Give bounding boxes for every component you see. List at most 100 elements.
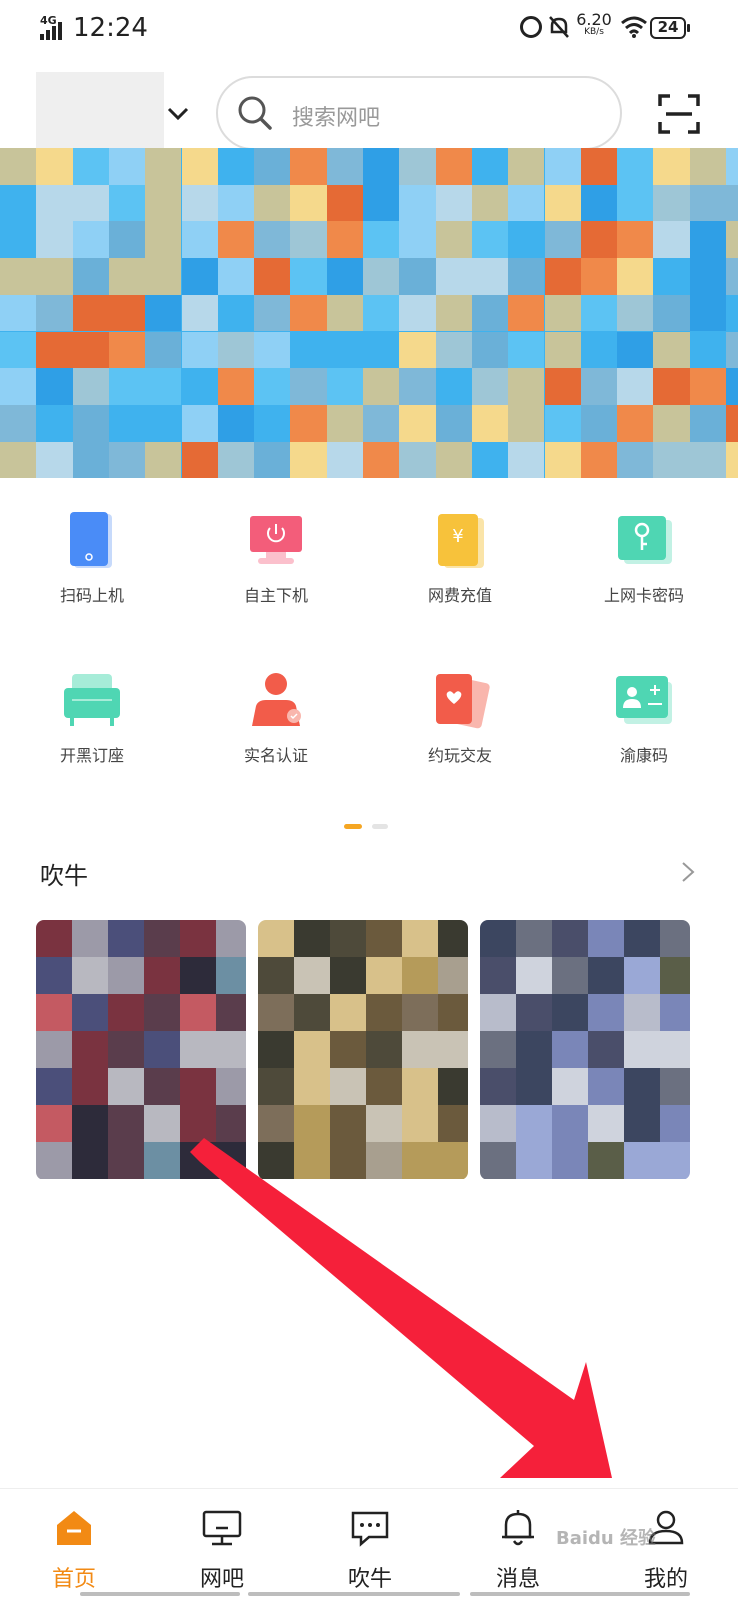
mosaic-pixel <box>435 441 472 478</box>
post-card[interactable] <box>36 920 246 1180</box>
mosaic-pixel <box>580 331 618 369</box>
chevron-down-icon[interactable] <box>166 104 190 124</box>
mosaic-pixel <box>36 1142 72 1179</box>
mosaic-pixel <box>435 368 472 405</box>
mosaic-pixel <box>294 1142 330 1179</box>
quick-action-scan-login[interactable]: 扫码上机 <box>0 500 184 630</box>
mosaic-pixel <box>544 294 581 332</box>
mosaic-pixel <box>258 957 294 994</box>
mosaic-pixel <box>402 994 438 1031</box>
mosaic-pixel <box>180 1142 216 1179</box>
mosaic-pixel <box>516 957 552 994</box>
mosaic-pixel <box>580 148 618 185</box>
quick-action-self-logout[interactable]: 自主下机 <box>184 500 368 630</box>
mosaic-pixel <box>617 404 654 442</box>
mosaic-pixel <box>516 1031 552 1068</box>
mosaic-pixel <box>330 1142 366 1179</box>
mosaic-pixel <box>72 1031 108 1068</box>
mosaic-pixel <box>438 1105 468 1142</box>
promo-banner[interactable] <box>0 148 738 478</box>
mosaic-pixel <box>471 404 509 442</box>
mosaic-pixel <box>181 148 218 185</box>
pager-dot <box>372 824 388 829</box>
quick-action-card-password[interactable]: 上网卡密码 <box>552 500 736 630</box>
mosaic-pixel <box>254 148 291 185</box>
mosaic-pixel <box>508 184 545 222</box>
mosaic-pixel <box>653 148 690 185</box>
mosaic-pixel <box>660 920 690 957</box>
mosaic-pixel <box>588 957 624 994</box>
search-icon <box>238 96 272 130</box>
mosaic-pixel <box>480 920 516 957</box>
mosaic-pixel <box>0 184 37 222</box>
mosaic-pixel <box>108 1142 144 1179</box>
mosaic-pixel <box>36 1105 72 1142</box>
mosaic-pixel <box>617 368 654 405</box>
mosaic-pixel <box>108 1105 144 1142</box>
mosaic-pixel <box>108 404 146 442</box>
mosaic-pixel <box>145 404 182 442</box>
nav-label: 首页 <box>51 1567 96 1592</box>
chevron-right-icon[interactable] <box>680 860 696 884</box>
nav-internet-cafe[interactable]: 网吧 <box>148 1489 296 1600</box>
scan-icon[interactable] <box>658 94 700 134</box>
mosaic-pixel <box>254 221 291 259</box>
mosaic-pixel <box>508 148 545 185</box>
mosaic-pixel <box>580 294 618 332</box>
quick-action-health-code[interactable]: 渝康码 <box>552 660 736 790</box>
quick-action-recharge[interactable]: ¥ 网费充值 <box>368 500 552 630</box>
alarm-icon <box>520 16 542 38</box>
mosaic-pixel <box>144 1105 180 1142</box>
mosaic-pixel <box>580 441 618 478</box>
mosaic-pixel <box>624 1142 660 1179</box>
mosaic-pixel <box>689 368 726 405</box>
mosaic-pixel <box>689 404 726 442</box>
mosaic-pixel <box>552 957 588 994</box>
mosaic-pixel <box>181 441 218 478</box>
mosaic-pixel <box>552 1068 588 1105</box>
mosaic-pixel <box>144 1142 180 1179</box>
location-selector[interactable] <box>36 72 164 152</box>
mosaic-pixel <box>326 221 363 259</box>
gesture-bar <box>80 1592 690 1598</box>
mosaic-pixel <box>617 441 654 478</box>
mosaic-pixel <box>588 1031 624 1068</box>
watermark: Baidu 经验 <box>556 1528 657 1549</box>
mosaic-pixel <box>435 148 472 185</box>
mosaic-pixel <box>326 258 363 295</box>
mosaic-pixel <box>290 258 327 295</box>
mosaic-pixel <box>72 957 108 994</box>
mosaic-pixel <box>516 1068 552 1105</box>
mosaic-pixel <box>108 294 146 332</box>
mosaic-pixel <box>217 221 255 259</box>
pager-dot-active <box>344 824 362 829</box>
mosaic-pixel <box>438 1031 468 1068</box>
mosaic-pixel <box>438 1068 468 1105</box>
mosaic-pixel <box>399 184 436 222</box>
post-card[interactable] <box>480 920 690 1180</box>
mosaic-pixel <box>330 994 366 1031</box>
quick-action-make-friends[interactable]: 约玩交友 <box>368 660 552 790</box>
post-card[interactable] <box>258 920 468 1180</box>
nav-chat[interactable]: 吹牛 <box>296 1489 444 1600</box>
mosaic-pixel <box>145 294 182 332</box>
search-input[interactable]: 搜索网吧 <box>216 76 622 150</box>
mosaic-pixel <box>36 331 73 369</box>
mosaic-pixel <box>580 221 618 259</box>
mosaic-pixel <box>508 404 545 442</box>
mosaic-pixel <box>217 148 255 185</box>
mosaic-pixel <box>508 368 545 405</box>
mosaic-pixel <box>108 957 144 994</box>
mosaic-pixel <box>0 294 37 332</box>
mosaic-pixel <box>366 920 402 957</box>
quick-action-seat-booking[interactable]: 开黑订座 <box>0 660 184 790</box>
mosaic-pixel <box>653 441 690 478</box>
mosaic-pixel <box>366 957 402 994</box>
mosaic-pixel <box>726 221 738 259</box>
mosaic-pixel <box>217 184 255 222</box>
mosaic-pixel <box>363 368 400 405</box>
nav-home[interactable]: 首页 <box>0 1489 148 1600</box>
quick-action-real-name[interactable]: 实名认证 <box>184 660 368 790</box>
mosaic-pixel <box>216 994 246 1031</box>
section-title: 吹牛 <box>40 862 88 890</box>
